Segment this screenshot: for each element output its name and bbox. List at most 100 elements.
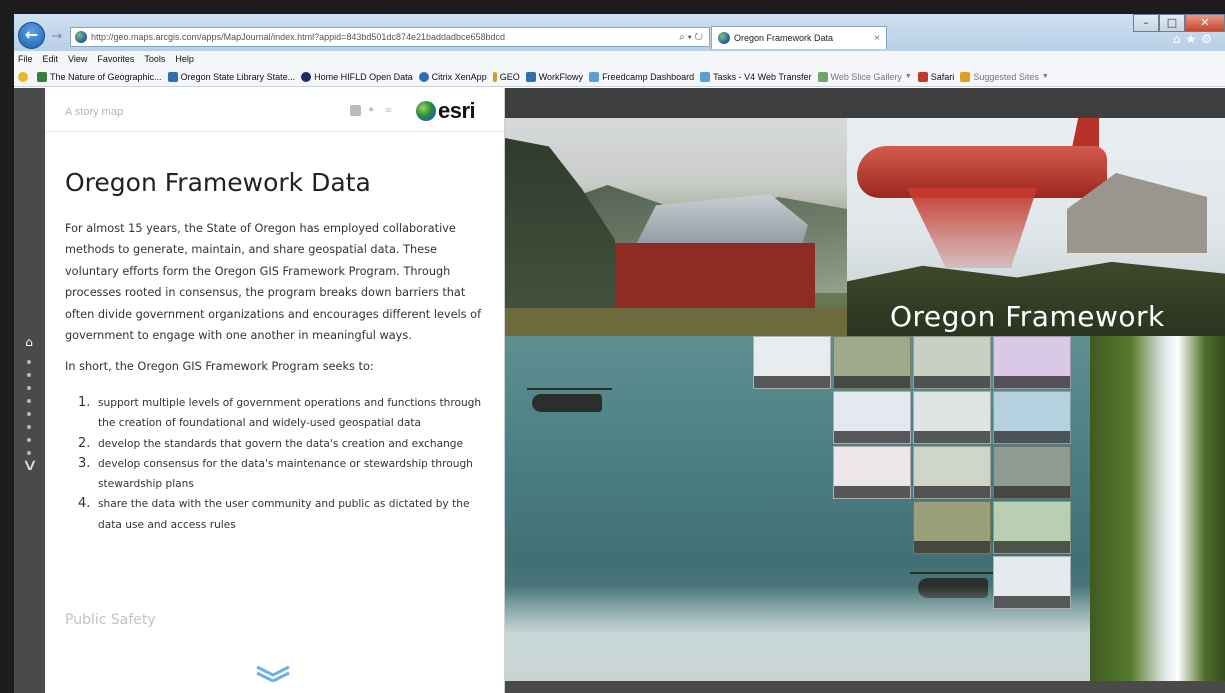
list-item: 2. develop the standards that govern the…: [78, 434, 493, 454]
summary-line: In short, the Oregon GIS Framework Progr…: [65, 360, 374, 373]
intro-paragraph: For almost 15 years, the State of Oregon…: [65, 222, 482, 343]
link-icon[interactable]: ∞: [384, 105, 395, 116]
site-favicon-icon: [75, 31, 87, 43]
list-item: 4. share the data with the user communit…: [78, 494, 493, 535]
list-item: 1. support multiple levels of government…: [78, 393, 493, 434]
barn-photo: [505, 118, 847, 336]
favorite-icon: [589, 71, 600, 82]
map-thumbnail-collage: [753, 336, 1090, 613]
helicopter-shape: [532, 394, 602, 412]
address-tools[interactable]: ⌕ ▾ ↻: [673, 32, 709, 43]
chevron-down-icon[interactable]: ∨: [15, 457, 46, 473]
retardant-drop-shape: [907, 188, 1037, 268]
favorite-link[interactable]: Home HIFLD Open Data: [301, 71, 413, 82]
next-section-heading[interactable]: Public Safety: [65, 612, 156, 628]
map-thumbnail: [913, 501, 991, 554]
map-thumbnail: [913, 446, 991, 499]
favorite-icon: [700, 71, 711, 82]
section-dot[interactable]: [27, 438, 31, 442]
menu-tools[interactable]: Tools: [144, 54, 165, 64]
close-window-button[interactable]: ✕: [1185, 14, 1225, 32]
tab-title: Oregon Framework Data: [734, 33, 834, 43]
favorite-link[interactable]: Suggested Sites ▼: [960, 71, 1049, 82]
chevron-down-icon: ▼: [1041, 73, 1049, 80]
favorite-link[interactable]: GEO: [492, 71, 520, 82]
favorite-icon: [525, 71, 536, 82]
story-side-panel: A story map ✦ ∞ esri Oregon Framework Da…: [45, 88, 505, 693]
address-bar[interactable]: http://geo.maps.arcgis.com/apps/MapJourn…: [70, 27, 710, 47]
barn-wall-shape: [615, 243, 815, 311]
section-dot[interactable]: [27, 425, 31, 429]
section-dot[interactable]: [27, 386, 31, 390]
story-map-label: A story map: [65, 106, 124, 118]
esri-wordmark: esri: [438, 98, 476, 123]
favorite-link[interactable]: Citrix XenApp: [418, 71, 487, 82]
menu-edit[interactable]: Edit: [43, 54, 59, 64]
map-thumbnail: [833, 446, 911, 499]
tab-oregon-framework[interactable]: Oregon Framework Data ×: [711, 26, 887, 49]
maximize-button[interactable]: □: [1159, 14, 1185, 32]
home-favorites-settings-icons[interactable]: ⌂★⚙: [1173, 32, 1217, 46]
page-title: Oregon Framework Data: [65, 168, 371, 197]
menu-file[interactable]: File: [18, 54, 33, 64]
section-dot[interactable]: [27, 360, 31, 364]
scroll-down-chevron-icon[interactable]: [255, 664, 291, 682]
menu-bar: File Edit View Favorites Tools Help: [14, 51, 1225, 67]
favorite-link[interactable]: Tasks - V4 Web Transfer: [700, 71, 812, 82]
rotor-shape: [527, 388, 612, 390]
favorite-icon: [418, 71, 429, 82]
map-thumbnail: [993, 336, 1071, 389]
favorites-star-icon[interactable]: [18, 71, 31, 82]
list-text: develop the standards that govern the da…: [98, 437, 464, 450]
list-number: 2.: [78, 435, 91, 451]
stage-bottom-margin: [505, 681, 1225, 693]
list-number: 3.: [78, 455, 91, 471]
back-button[interactable]: ←: [18, 22, 45, 49]
favorite-icon: [37, 71, 47, 82]
map-thumbnail: [993, 556, 1071, 609]
field-shape: [505, 308, 847, 336]
stage-top-margin: [505, 88, 1225, 118]
favorites-bar: The Nature of Geographic... Oregon State…: [14, 67, 1225, 87]
share-icons: ✦ ∞: [350, 105, 401, 116]
section-dot[interactable]: [27, 373, 31, 377]
map-thumbnail: [993, 391, 1071, 444]
favorite-icon: [817, 71, 828, 82]
favorite-link[interactable]: The Nature of Geographic...: [37, 71, 162, 82]
list-text: share the data with the user community a…: [98, 498, 470, 531]
map-thumbnail: [993, 501, 1071, 554]
forward-button[interactable]: →: [47, 27, 67, 47]
facebook-icon[interactable]: [350, 105, 361, 116]
banner-title: Oregon Framework: [890, 300, 1165, 333]
favorite-icon: [917, 71, 928, 82]
main-stage: Oregon Framework: [505, 88, 1225, 693]
minimize-button[interactable]: –: [1133, 14, 1159, 32]
favorite-link[interactable]: WorkFlowy: [525, 71, 583, 82]
list-number: 1.: [78, 395, 91, 410]
favorite-link[interactable]: Freedcamp Dashboard: [589, 71, 694, 82]
twitter-icon[interactable]: ✦: [367, 105, 378, 116]
url-text[interactable]: http://geo.maps.arcgis.com/apps/MapJourn…: [91, 32, 673, 42]
tab-favicon-icon: [718, 32, 730, 44]
menu-view[interactable]: View: [68, 54, 87, 64]
map-thumbnail: [913, 336, 991, 389]
menu-favorites[interactable]: Favorites: [97, 54, 134, 64]
section-dot[interactable]: [27, 412, 31, 416]
favorite-link[interactable]: Web Slice Gallery ▼: [817, 71, 912, 82]
globe-icon: [416, 101, 436, 121]
favorite-link[interactable]: Safari: [917, 71, 954, 82]
map-thumbnail: [993, 446, 1071, 499]
section-dot[interactable]: [27, 399, 31, 403]
chevron-down-icon: ▼: [904, 73, 912, 80]
favorite-icon: [492, 71, 497, 82]
browser-window: ← → http://geo.maps.arcgis.com/apps/MapJ…: [14, 14, 1225, 693]
menu-help[interactable]: Help: [175, 54, 194, 64]
favorite-link[interactable]: Oregon State Library State...: [167, 71, 295, 82]
home-icon[interactable]: ⌂: [21, 335, 37, 351]
favorite-icon: [301, 71, 312, 82]
panel-header: A story map ✦ ∞ esri: [45, 88, 504, 132]
favorite-icon: [960, 71, 971, 82]
tab-close-icon[interactable]: ×: [874, 33, 880, 44]
esri-logo[interactable]: esri: [416, 98, 476, 124]
map-thumbnail: [913, 391, 991, 444]
